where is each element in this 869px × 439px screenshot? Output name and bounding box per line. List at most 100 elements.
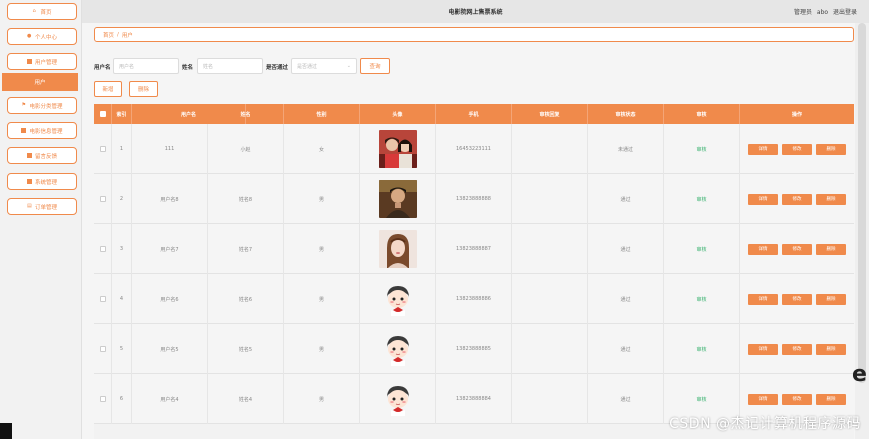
header-select-all[interactable] — [94, 104, 112, 124]
table-row: 5 用户名5 姓名5 男 13823888885 通过 审核 详情 修改 删除 — [94, 324, 854, 374]
row-actions: 详情 修改 删除 — [746, 393, 848, 405]
delete-row-button[interactable]: 删除 — [816, 293, 846, 305]
cell-username: 用户名7 — [160, 246, 179, 253]
table-cell — [360, 124, 436, 174]
audit-link[interactable]: 审核 — [696, 146, 706, 153]
cell-index: 2 — [119, 196, 124, 202]
table-row: 2 用户名8 姓名8 男 13823888888 通过 审核 详情 修改 删除 — [94, 174, 854, 224]
table-cell: 111 — [132, 124, 208, 174]
table-cell — [512, 374, 588, 424]
table-cell: 用户名8 — [132, 174, 208, 224]
sidebar-item-label: 电影分类管理 — [29, 103, 63, 110]
cell-index: 5 — [119, 346, 124, 352]
header-cell: 操作 — [791, 111, 802, 118]
cell-index: 1 — [119, 146, 124, 152]
audit-link[interactable]: 审核 — [696, 246, 706, 253]
cell-name: 姓名6 — [238, 296, 253, 303]
audit-link[interactable]: 审核 — [696, 196, 706, 203]
header-cell: 审核状态 — [588, 104, 664, 124]
approved-select[interactable]: 是否通过 ⌄ — [291, 58, 357, 74]
edit-button[interactable]: 修改 — [782, 293, 812, 305]
scrollbar-thumb[interactable] — [858, 23, 866, 383]
add-button[interactable]: 新增 — [94, 81, 122, 97]
row-checkbox[interactable] — [99, 346, 106, 352]
username-input[interactable]: 用户名 — [113, 58, 179, 74]
table-cell: 审核 — [664, 174, 740, 224]
name-input[interactable]: 姓名 — [197, 58, 263, 74]
cell-gender: 男 — [318, 296, 324, 303]
row-checkbox[interactable] — [99, 246, 106, 252]
row-checkbox[interactable] — [99, 196, 106, 202]
logout-link[interactable]: 退出登录 — [833, 9, 857, 16]
detail-button[interactable]: 详情 — [748, 393, 778, 405]
detail-button[interactable]: 详情 — [748, 343, 778, 355]
table-cell — [512, 274, 588, 324]
sidebar-item-label: 电影信息管理 — [29, 128, 63, 135]
cell-name: 姓名7 — [238, 246, 253, 253]
table-cell — [512, 124, 588, 174]
detail-button[interactable]: 详情 — [748, 193, 778, 205]
delete-row-button[interactable]: 删除 — [816, 143, 846, 155]
edit-button[interactable]: 修改 — [782, 243, 812, 255]
delete-row-button[interactable]: 删除 — [816, 193, 846, 205]
sidebar-item-profile[interactable]: ● 个人中心 — [7, 28, 77, 45]
detail-button[interactable]: 详情 — [748, 143, 778, 155]
edit-button[interactable]: 修改 — [782, 193, 812, 205]
row-checkbox[interactable] — [99, 146, 106, 152]
table-cell — [360, 374, 436, 424]
avatar — [378, 280, 417, 318]
sidebar-item-system[interactable]: 系统管理 — [7, 173, 77, 190]
sidebar-item-user-management[interactable]: 用户管理 — [7, 53, 77, 70]
table-cell: 2 — [112, 174, 132, 224]
row-checkbox[interactable] — [99, 396, 106, 402]
table-cell: 通过 — [588, 374, 664, 424]
avatar — [378, 130, 417, 168]
sidebar-item-users[interactable]: 用户 — [2, 73, 78, 91]
sidebar-item-movie-info[interactable]: 电影信息管理 — [7, 122, 77, 139]
breadcrumb-home[interactable]: 首页 — [103, 31, 114, 39]
sidebar-item-home[interactable]: ⌂ 首页 — [7, 3, 77, 20]
table-cell: 详情 修改 删除 — [740, 224, 854, 274]
cell-status: 未通过 — [617, 146, 633, 153]
cell-index: 3 — [119, 246, 124, 252]
table-cell: 13823888886 — [436, 274, 512, 324]
detail-button[interactable]: 详情 — [748, 293, 778, 305]
film-icon — [21, 128, 27, 133]
delete-row-button[interactable]: 删除 — [816, 243, 846, 255]
edit-button[interactable]: 修改 — [782, 343, 812, 355]
table-cell: 通过 — [588, 224, 664, 274]
user-name: abo — [816, 9, 829, 16]
delete-button[interactable]: 删除 — [129, 81, 158, 97]
select-all-checkbox[interactable] — [99, 111, 106, 117]
cell-name: 姓名5 — [238, 346, 253, 353]
app-window: ⌂ 首页 ● 个人中心 用户管理 用户 ⚑ 电影分类管理 电影信息管理 留言反馈… — [0, 0, 869, 439]
row-actions: 详情 修改 删除 — [746, 143, 848, 155]
cell-gender: 男 — [318, 346, 324, 353]
table-cell: 审核 — [664, 324, 740, 374]
detail-button[interactable]: 详情 — [748, 243, 778, 255]
table-header: 索引 用户名 姓名 性别 头像 手机 审核回复 审核状态 审核 操作 — [94, 104, 854, 124]
sidebar-item-feedback[interactable]: 留言反馈 — [7, 147, 77, 164]
query-button[interactable]: 查询 — [360, 58, 390, 74]
edit-button[interactable]: 修改 — [782, 393, 812, 405]
cell-username: 用户名5 — [160, 346, 179, 353]
chevron-down-icon: ⌄ — [346, 63, 351, 69]
audit-link[interactable]: 审核 — [696, 396, 706, 403]
row-checkbox[interactable] — [99, 296, 106, 302]
cell-status: 通过 — [620, 246, 631, 253]
audit-link[interactable]: 审核 — [696, 296, 706, 303]
cell-name: 小赵 — [240, 146, 251, 153]
table-cell — [94, 124, 112, 174]
sidebar-item-movie-category[interactable]: ⚑ 电影分类管理 — [7, 97, 77, 114]
approved-select-value: 是否通过 — [297, 63, 318, 70]
delete-row-button[interactable]: 删除 — [816, 393, 846, 405]
sidebar-item-orders[interactable]: ▤ 订单管理 — [7, 198, 77, 215]
delete-row-button[interactable]: 删除 — [816, 343, 846, 355]
table-cell: 5 — [112, 324, 132, 374]
table-cell: 详情 修改 删除 — [740, 124, 854, 174]
cell-gender: 女 — [318, 146, 324, 153]
table-cell — [94, 224, 112, 274]
edit-button[interactable]: 修改 — [782, 143, 812, 155]
grid-icon — [26, 59, 32, 64]
audit-link[interactable]: 审核 — [696, 346, 706, 353]
